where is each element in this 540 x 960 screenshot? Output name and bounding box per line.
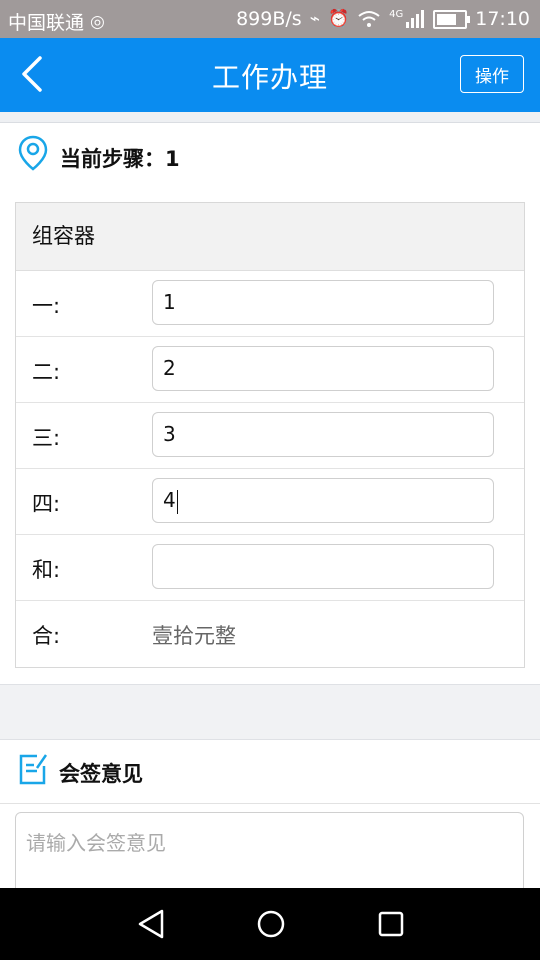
network-type: 4G <box>389 8 404 20</box>
field-input-2[interactable]: 2 <box>152 346 494 391</box>
alarm-icon: ⏰ <box>327 9 350 29</box>
field-label: 四: <box>32 492 61 516</box>
text-cursor <box>176 489 179 514</box>
field-label: 三: <box>32 426 61 450</box>
field-input-1[interactable]: 1 <box>152 280 494 325</box>
back-triangle-icon[interactable] <box>137 908 165 940</box>
sum-input[interactable] <box>152 544 494 589</box>
signal-icon <box>406 10 425 28</box>
countersign-header: 会签意见 <box>0 739 540 804</box>
net-speed: 899B/s <box>236 8 302 30</box>
location-pin-icon <box>18 135 48 171</box>
field-input-4[interactable]: 4 <box>152 478 494 523</box>
hotspot-icon: ◎ <box>90 11 105 32</box>
divider <box>0 112 540 123</box>
group-title: 组容器 <box>16 203 524 271</box>
field-label: 合: <box>32 624 61 648</box>
form-row: 一: 1 <box>16 271 524 337</box>
app-bar: 工作办理 操作 <box>0 38 540 112</box>
status-bar: 中国联通 ◎ 899B/s ⌁ ⏰ 4G 17:10 <box>0 0 540 38</box>
wifi-icon <box>358 11 380 27</box>
recents-square-icon[interactable] <box>377 908 405 940</box>
navigation-bar <box>0 888 540 960</box>
edit-note-icon <box>19 754 48 785</box>
page-title: 工作办理 <box>211 61 328 94</box>
field-label: 一: <box>32 294 61 318</box>
form-row: 合: 壹拾元整 <box>16 601 524 666</box>
section-separator <box>0 684 540 740</box>
vibrate-icon: ⌁ <box>309 9 320 29</box>
field-input-3[interactable]: 3 <box>152 412 494 457</box>
field-label: 和: <box>32 558 61 582</box>
form-row: 二: 2 <box>16 337 524 403</box>
form-row: 三: 3 <box>16 403 524 469</box>
battery-icon <box>433 9 471 29</box>
clock: 17:10 <box>475 8 530 30</box>
form-row: 四: 4 <box>16 469 524 535</box>
form-row: 和: <box>16 535 524 601</box>
carrier-name: 中国联通 <box>8 12 85 34</box>
field-label: 二: <box>32 360 61 384</box>
field-value: 4 <box>163 488 176 512</box>
home-circle-icon[interactable] <box>256 908 286 940</box>
current-step-label: 当前步骤：1 <box>60 147 180 171</box>
operate-button[interactable]: 操作 <box>460 55 524 93</box>
countersign-title: 会签意见 <box>59 762 143 786</box>
group-container: 组容器 一: 1 二: 2 三: 3 四: 4 和: 合: 壹拾元整 <box>15 202 525 668</box>
current-step: 当前步骤：1 <box>0 123 540 193</box>
total-value: 壹拾元整 <box>152 624 236 648</box>
